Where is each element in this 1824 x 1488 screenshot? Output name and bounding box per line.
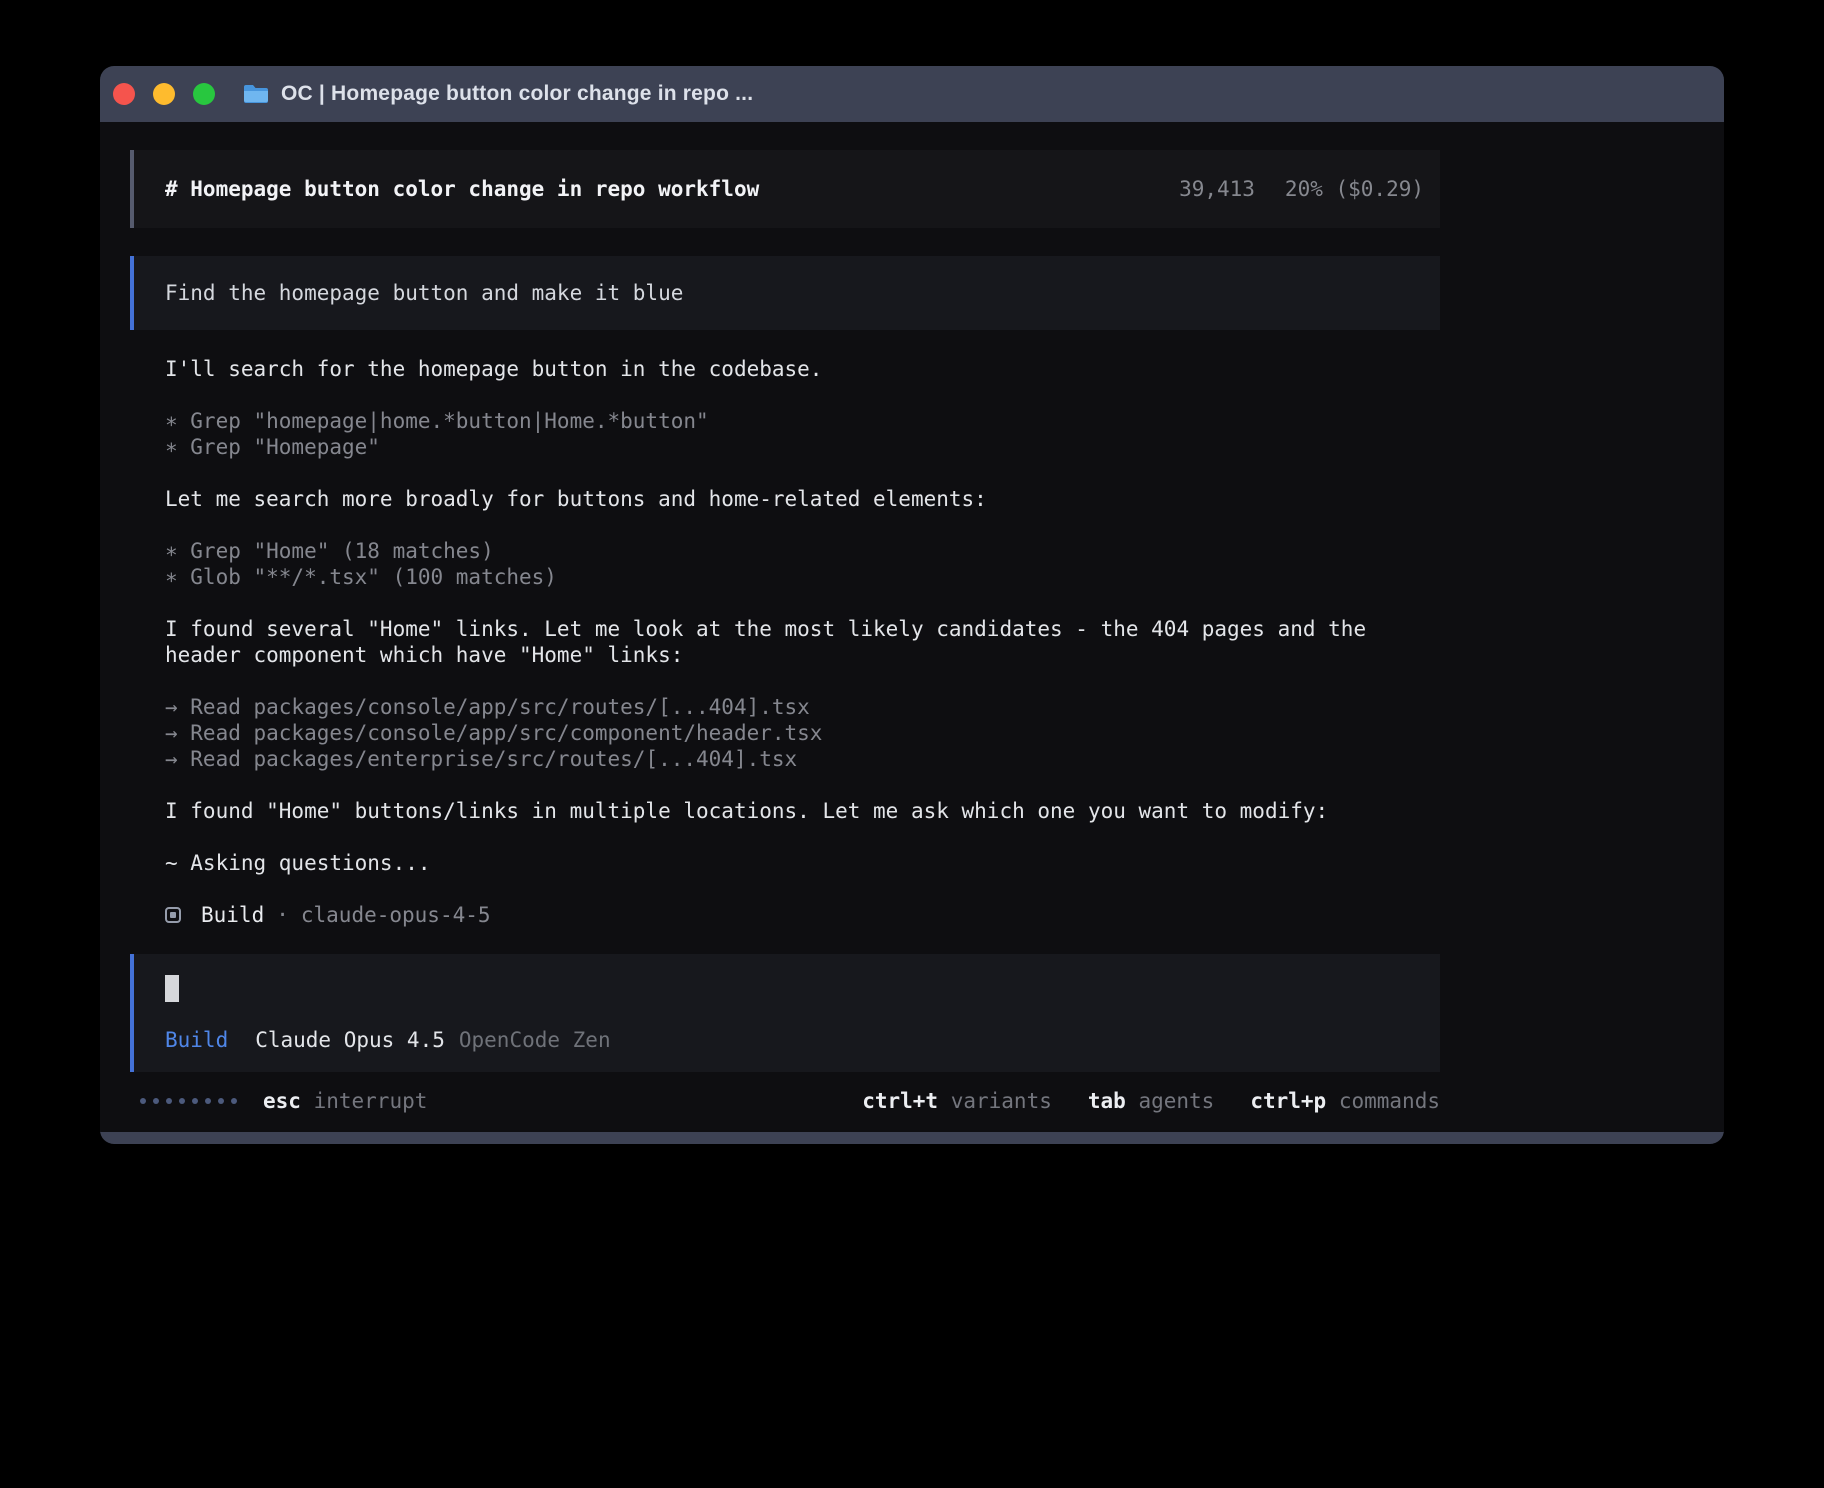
tool-call-grep: ∗ Grep "homepage|home.*button|Home.*butt… (165, 408, 1440, 434)
agent-separator: · (276, 902, 289, 928)
user-message-text: Find the homepage button and make it blu… (165, 281, 683, 305)
input-model-label[interactable]: Claude Opus 4.5 (255, 1027, 445, 1053)
shortcut-label: commands (1339, 1089, 1440, 1113)
tool-call-block: ∗ Grep "Home" (18 matches) ∗ Glob "**/*.… (165, 538, 1440, 590)
asking-questions-status: ~ Asking questions... (165, 850, 1440, 876)
assistant-status-block: ~ Asking questions... (165, 850, 1440, 876)
user-message: Find the homepage button and make it blu… (130, 256, 1440, 330)
zoom-button[interactable] (193, 83, 215, 105)
agent-model: claude-opus-4-5 (301, 902, 491, 928)
statusbar: esc interrupt ctrl+t variants tab agents… (130, 1088, 1440, 1114)
spinner-icon (140, 1098, 237, 1104)
agent-name: Build (201, 902, 264, 928)
tool-call-read: → Read packages/console/app/src/componen… (165, 720, 1440, 746)
content-column: # Homepage button color change in repo w… (130, 150, 1440, 1114)
window-title: OC | Homepage button color change in rep… (281, 82, 753, 106)
assistant-text: I found several "Home" links. Let me loo… (165, 616, 1440, 668)
tool-call-block: ∗ Grep "homepage|home.*button|Home.*butt… (165, 408, 1440, 460)
folder-icon (243, 83, 269, 105)
shortcut-label: interrupt (314, 1089, 428, 1113)
tool-call-grep: ∗ Grep "Home" (18 matches) (165, 538, 1440, 564)
session-title: # Homepage button color change in repo w… (165, 176, 759, 202)
shortcut-key: esc (263, 1089, 301, 1113)
shortcut-label: agents (1138, 1089, 1214, 1113)
statusbar-right: ctrl+t variants tab agents ctrl+p comman… (862, 1088, 1440, 1114)
session-header: # Homepage button color change in repo w… (130, 150, 1440, 228)
minimize-button[interactable] (153, 83, 175, 105)
assistant-text-block: I found "Home" buttons/links in multiple… (165, 798, 1440, 824)
agent-icon-dot (170, 912, 176, 918)
input-provider-label: OpenCode Zen (459, 1027, 611, 1053)
shortcut-interrupt: esc interrupt (263, 1088, 427, 1114)
traffic-lights (113, 83, 215, 105)
shortcut-label: variants (951, 1089, 1052, 1113)
agent-icon (165, 907, 181, 923)
agent-status-line: Build · claude-opus-4-5 (165, 902, 1440, 928)
assistant-text-block: Let me search more broadly for buttons a… (165, 486, 1440, 512)
session-stats: 39,413 20% ($0.29) (1179, 176, 1424, 202)
input-agent-label[interactable]: Build (165, 1027, 228, 1053)
close-button[interactable] (113, 83, 135, 105)
tool-call-block: → Read packages/console/app/src/routes/[… (165, 694, 1440, 772)
terminal-content: # Homepage button color change in repo w… (100, 122, 1724, 1132)
assistant-text: Let me search more broadly for buttons a… (165, 486, 1440, 512)
shortcut-key: ctrl+p (1250, 1089, 1326, 1113)
tool-call-read: → Read packages/enterprise/src/routes/[.… (165, 746, 1440, 772)
tool-call-glob: ∗ Glob "**/*.tsx" (100 matches) (165, 564, 1440, 590)
tool-call-grep: ∗ Grep "Homepage" (165, 434, 1440, 460)
assistant-text-block: I'll search for the homepage button in t… (165, 356, 1440, 382)
terminal-window: OC | Homepage button color change in rep… (100, 66, 1724, 1144)
tool-call-read: → Read packages/console/app/src/routes/[… (165, 694, 1440, 720)
prompt-input[interactable]: Build Claude Opus 4.5 OpenCode Zen (130, 954, 1440, 1072)
token-count: 39,413 (1179, 176, 1255, 202)
shortcut-variants: ctrl+t variants (862, 1088, 1052, 1114)
shortcut-key: tab (1088, 1089, 1126, 1113)
statusbar-left: esc interrupt (140, 1088, 427, 1114)
shortcut-agents: tab agents (1088, 1088, 1214, 1114)
input-meta: Build Claude Opus 4.5 OpenCode Zen (165, 1027, 1416, 1053)
assistant-text: I'll search for the homepage button in t… (165, 356, 1440, 382)
assistant-text-block: I found several "Home" links. Let me loo… (165, 616, 1440, 668)
text-cursor (165, 975, 179, 1002)
context-cost: 20% ($0.29) (1285, 176, 1424, 202)
shortcut-commands: ctrl+p commands (1250, 1088, 1440, 1114)
titlebar[interactable]: OC | Homepage button color change in rep… (100, 66, 1724, 122)
shortcut-key: ctrl+t (862, 1089, 938, 1113)
title-group: OC | Homepage button color change in rep… (243, 82, 753, 106)
assistant-text: I found "Home" buttons/links in multiple… (165, 798, 1440, 824)
